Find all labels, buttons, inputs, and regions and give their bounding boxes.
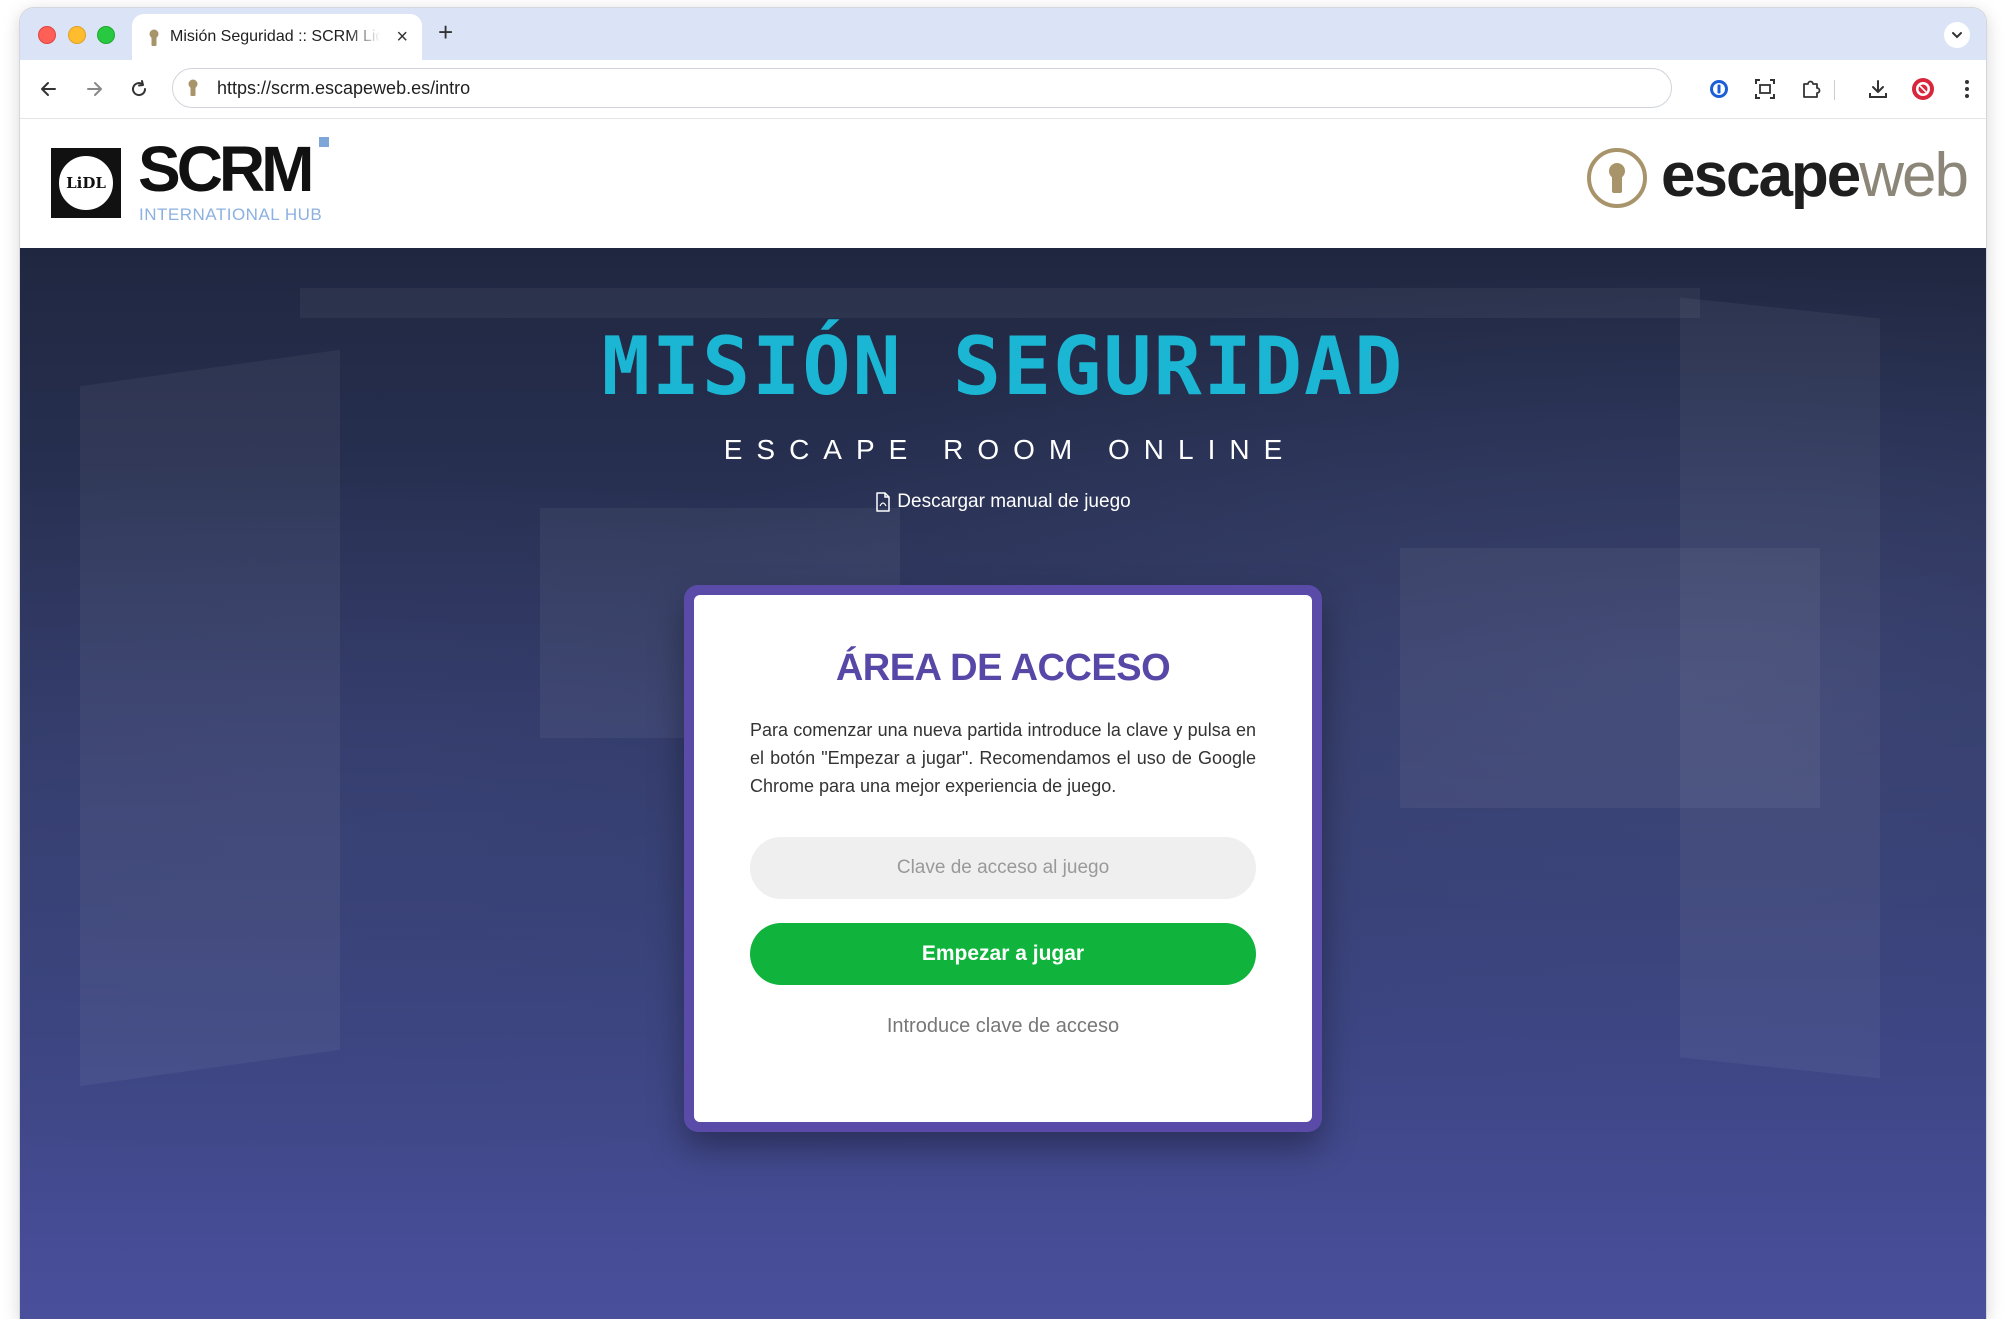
escapeweb-logo-light: web (1859, 141, 1969, 210)
tab-strip: Misión Seguridad :: SCRM Lidl × + (20, 8, 1986, 60)
keyhole-icon[interactable] (187, 79, 199, 97)
access-card-description: Para comenzar una nueva partida introduc… (750, 720, 1256, 796)
background-shape (1680, 297, 1880, 1079)
download-icon (1869, 80, 1887, 98)
screenshot-button[interactable] (1752, 76, 1778, 102)
address-bar[interactable]: https://scrm.escapeweb.es/intro (172, 68, 1672, 108)
downloads-button[interactable] (1865, 76, 1891, 102)
extensions-button[interactable] (1798, 76, 1824, 102)
download-manual-link[interactable]: Descargar manual de juego (20, 491, 1986, 513)
escapeweb-logo-dark: escape (1661, 141, 1861, 210)
hero-section: MISIÓN SEGURIDAD ESCAPE ROOM ONLINE Desc… (20, 248, 1986, 1319)
new-tab-button[interactable]: + (438, 19, 453, 45)
start-game-button[interactable]: Empezar a jugar (750, 923, 1256, 985)
download-manual-label[interactable]: Descargar manual de juego (897, 491, 1130, 513)
hero-title: MISIÓN SEGURIDAD (601, 320, 1405, 413)
access-card-frame: ÁREA DE ACCESO Para comenzar una nueva p… (684, 585, 1322, 1132)
scrm-logo-square (319, 137, 329, 147)
escapeweb-keyhole-logo-icon[interactable] (1586, 147, 1648, 209)
lidl-logo-text: LiDL (56, 153, 116, 213)
reload-button[interactable] (126, 76, 152, 102)
profile-button[interactable] (1910, 76, 1936, 102)
escapeweb-logo-text[interactable]: escapeweb (1661, 141, 1969, 211)
tab-close-icon[interactable]: × (396, 27, 408, 47)
forward-button[interactable] (81, 76, 107, 102)
keyhole-icon (149, 29, 159, 46)
browser-menu-button[interactable] (1954, 76, 1980, 102)
lidl-logo[interactable]: LiDL (51, 148, 121, 218)
window-close-button[interactable] (38, 26, 56, 44)
scrm-logo-word: SCRM (138, 133, 314, 205)
browser-toolbar: https://scrm.escapeweb.es/intro (20, 60, 1986, 119)
chevron-down-icon (1952, 32, 1962, 39)
window-maximize-button[interactable] (97, 26, 115, 44)
scrm-logo-subtitle: INTERNATIONAL HUB (139, 205, 323, 224)
hero-subtitle: ESCAPE ROOM ONLINE (723, 434, 1297, 465)
pdf-file-icon (876, 492, 891, 512)
back-button[interactable] (36, 76, 62, 102)
arrow-left-icon (41, 82, 56, 96)
access-status-text: Introduce clave de acceso (886, 1015, 1120, 1037)
access-card: ÁREA DE ACCESO Para comenzar una nueva p… (694, 595, 1312, 1122)
kebab-menu-icon (1965, 80, 1969, 98)
tab-search-button[interactable] (1944, 22, 1970, 48)
toolbar-separator (1834, 80, 1835, 100)
page-content: LiDL SCRM INTERNATIONAL HUB escapeweb MI… (20, 119, 1986, 1319)
background-shape (300, 288, 1700, 318)
tab-title: Misión Seguridad :: SCRM Lidl (170, 28, 380, 45)
password-manager-button[interactable] (1706, 76, 1732, 102)
url-text[interactable]: https://scrm.escapeweb.es/intro (217, 78, 470, 99)
tab-active[interactable]: Misión Seguridad :: SCRM Lidl × (132, 14, 422, 60)
window-minimize-button[interactable] (68, 26, 86, 44)
puzzle-icon (1803, 80, 1821, 98)
access-key-input[interactable] (750, 837, 1256, 899)
reload-icon (132, 80, 147, 97)
password-manager-icon (1710, 80, 1728, 98)
site-header: LiDL SCRM INTERNATIONAL HUB escapeweb (20, 119, 1986, 248)
arrow-right-icon (87, 82, 102, 96)
profile-icon (1912, 78, 1934, 100)
browser-window: Misión Seguridad :: SCRM Lidl × + https:… (20, 8, 1986, 1319)
access-card-title: ÁREA DE ACCESO (835, 647, 1171, 689)
screenshot-icon (1755, 79, 1775, 99)
